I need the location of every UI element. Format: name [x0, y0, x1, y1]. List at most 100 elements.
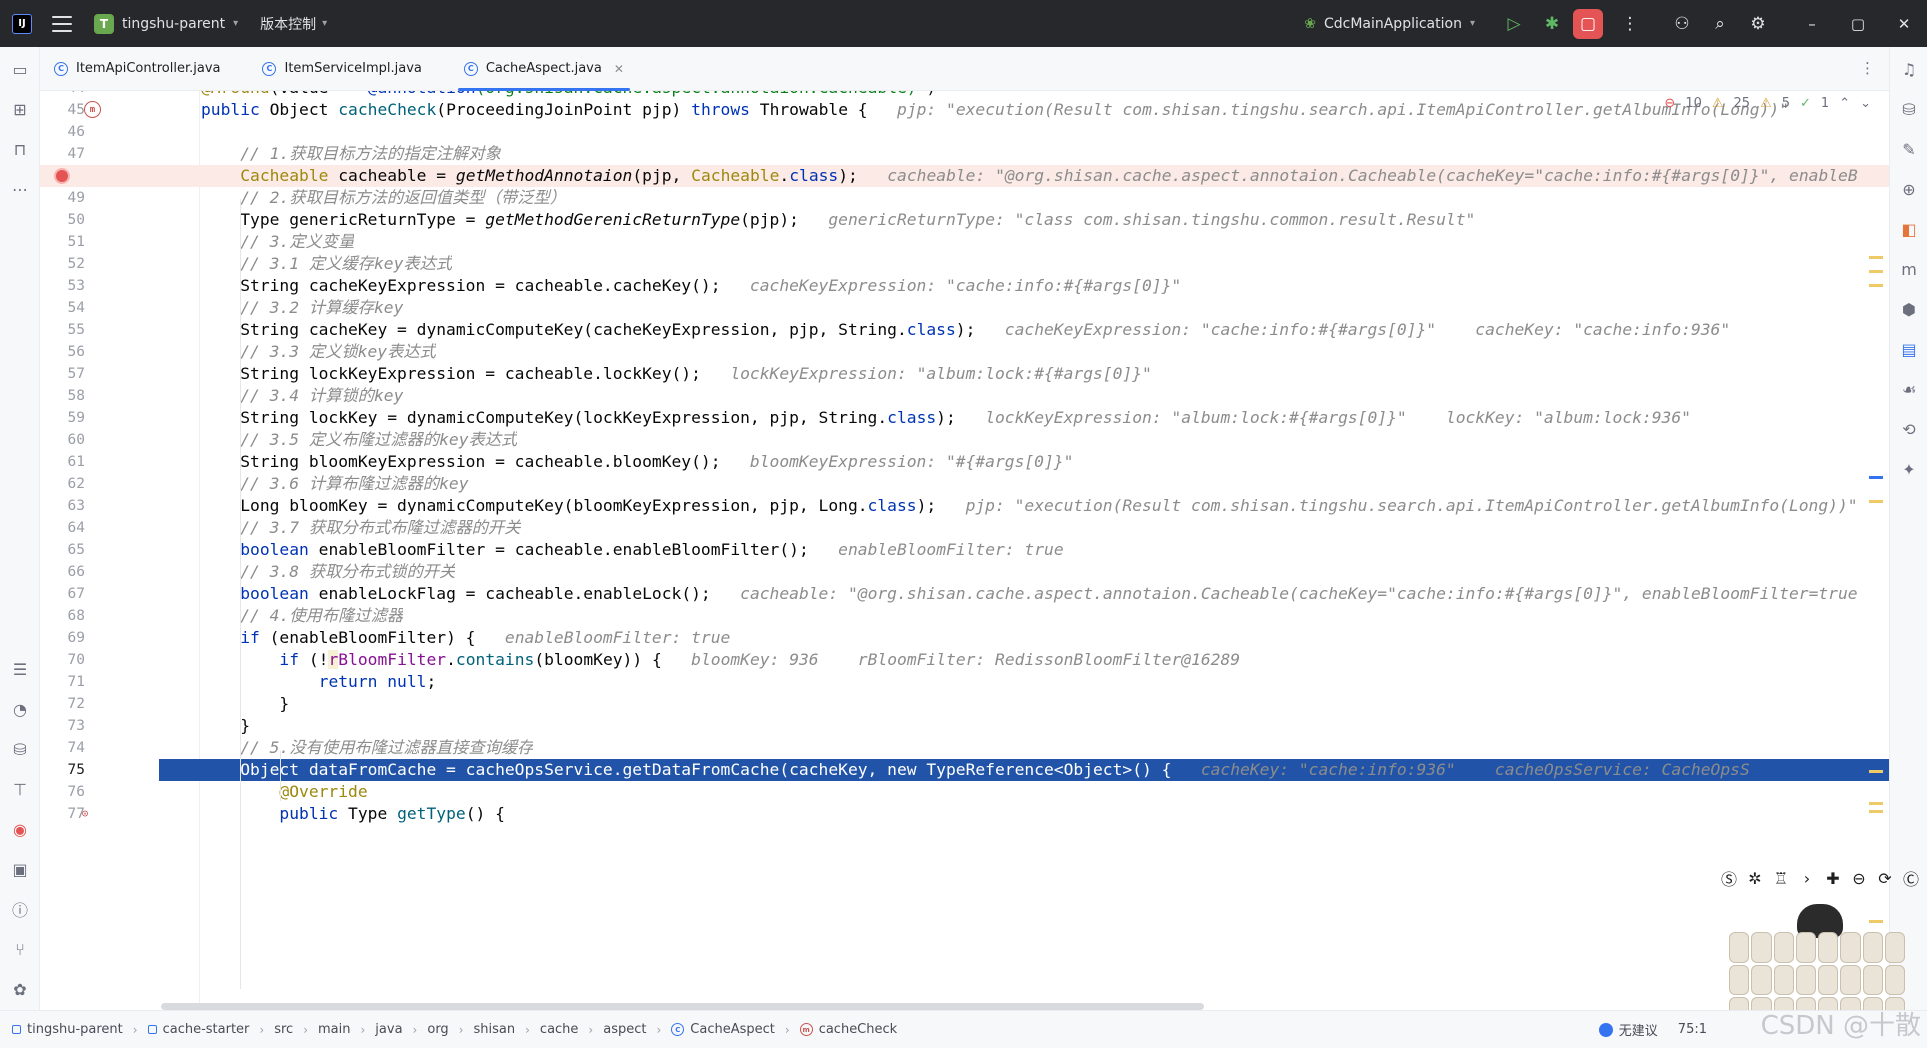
scroll-marker[interactable]	[1869, 802, 1883, 805]
cursor-position[interactable]: 75:1	[1678, 1022, 1707, 1037]
breadcrumb-item[interactable]: cache-starter	[147, 1022, 249, 1037]
line-number[interactable]: 68	[40, 605, 85, 627]
pet-gear-icon[interactable]: ✲	[1745, 868, 1765, 888]
notifications-icon[interactable]: ♫	[1897, 57, 1921, 81]
line-number[interactable]: 66	[40, 561, 85, 583]
build-icon[interactable]: ⊤	[8, 777, 32, 801]
code-line[interactable]: 45 public Object cacheCheck(ProceedingJoi…	[40, 99, 1889, 121]
chevron-up-icon[interactable]: ⌃	[1839, 96, 1850, 111]
main-menu-button[interactable]	[52, 15, 72, 32]
line-number[interactable]: 49	[40, 187, 85, 209]
line-number[interactable]: 61	[40, 451, 85, 473]
ai-assistant-icon[interactable]: ✦	[1897, 457, 1921, 481]
search-icon[interactable]: ⌕	[1703, 7, 1737, 41]
line-number[interactable]: 69	[40, 627, 85, 649]
code-line[interactable]: 76 @Override	[40, 781, 1889, 803]
code-line[interactable]: 74 // 5.没有使用布隆过滤器直接查询缓存	[40, 737, 1889, 759]
scroll-marker[interactable]	[1869, 810, 1883, 813]
breadcrumb-item[interactable]: src	[274, 1022, 293, 1037]
breadcrumb-item[interactable]: cache	[540, 1022, 579, 1037]
hex-icon[interactable]: ⬢	[1897, 297, 1921, 321]
breadcrumb-item[interactable]: shisan	[474, 1022, 516, 1037]
code-line[interactable]: 68 // 4.使用布隆过滤器	[40, 605, 1889, 627]
more-tabs-icon[interactable]: ⋮	[1860, 59, 1875, 77]
close-icon[interactable]: ✕	[614, 62, 624, 76]
line-number[interactable]: 63	[40, 495, 85, 517]
line-number[interactable]: 57	[40, 363, 85, 385]
breadcrumb-item[interactable]: main	[318, 1022, 350, 1037]
line-number[interactable]: 47	[40, 143, 85, 165]
breadcrumb-item[interactable]: org	[427, 1022, 448, 1037]
code-line[interactable]: 51 // 3.定义变量	[40, 231, 1889, 253]
m-tool-icon[interactable]: m	[1897, 257, 1921, 281]
breadcrumb-item[interactable]: C CacheAspect	[671, 1022, 775, 1037]
code-line[interactable]: 53 String cacheKeyExpression = cacheable…	[40, 275, 1889, 297]
pet-s-icon[interactable]: Ⓢ	[1719, 868, 1739, 889]
breadcrumb-item[interactable]: m cacheCheck	[799, 1022, 897, 1037]
scroll-marker[interactable]	[1869, 256, 1883, 259]
line-number[interactable]: 76	[40, 781, 85, 803]
history-icon[interactable]: ⟲	[1897, 417, 1921, 441]
close-icon[interactable]: ✕	[1881, 0, 1927, 47]
more-actions-icon[interactable]: ⋮	[1613, 7, 1647, 41]
tab-item-service-impl[interactable]: C ItemServiceImpl.java	[248, 47, 435, 91]
stop-icon[interactable]: ▢	[1573, 8, 1603, 39]
ide-logo[interactable]: IJ	[12, 13, 32, 34]
doc-icon[interactable]: ▤	[1897, 337, 1921, 361]
line-number[interactable]: 75	[40, 759, 85, 781]
code-line[interactable]: 44 @Around(value = "@annotation(org.shisa…	[40, 91, 1889, 99]
breadcrumb-item[interactable]: tingshu-parent	[12, 1022, 123, 1037]
run-icon[interactable]: ▷	[1497, 7, 1531, 41]
scroll-marker[interactable]	[1869, 270, 1883, 273]
line-number[interactable]: 74	[40, 737, 85, 759]
line-number[interactable]: 46	[40, 121, 85, 143]
maximize-icon[interactable]: ▢	[1835, 0, 1881, 47]
database-icon[interactable]: ⛁	[1897, 97, 1921, 121]
method-breakpoint-icon[interactable]: m	[84, 101, 101, 118]
line-number[interactable]: 58	[40, 385, 85, 407]
line-number[interactable]: 72	[40, 693, 85, 715]
code-line[interactable]: 59 String lockKey = dynamicComputeKey(lo…	[40, 407, 1889, 429]
code-line[interactable]: 55 String cacheKey = dynamicComputeKey(c…	[40, 319, 1889, 341]
tab-cache-aspect[interactable]: C CacheAspect.java ✕	[450, 47, 638, 91]
line-number[interactable]: 67	[40, 583, 85, 605]
pet-c-icon[interactable]: Ⓒ	[1901, 868, 1921, 889]
terminal-icon[interactable]: ▣	[8, 857, 32, 881]
code-line[interactable]: 46	[40, 121, 1889, 143]
breadcrumb-item[interactable]: aspect	[603, 1022, 646, 1037]
code-line[interactable]: 61 String bloomKeyExpression = cacheable…	[40, 451, 1889, 473]
code-editor[interactable]: 44 @Around(value = "@annotation(org.shisa…	[40, 91, 1889, 1010]
pet-shirt-icon[interactable]: ♖	[1771, 868, 1791, 888]
code-line[interactable]: 67 boolean enableLockFlag = cacheable.en…	[40, 583, 1889, 605]
profiler-icon[interactable]: ◉	[8, 817, 32, 841]
line-number[interactable]: 54	[40, 297, 85, 319]
scroll-marker[interactable]	[1869, 770, 1883, 773]
line-number[interactable]: 45	[40, 99, 85, 121]
code-line[interactable]: 57 String lockKeyExpression = cacheable.…	[40, 363, 1889, 385]
line-number[interactable]: 60	[40, 429, 85, 451]
debug-tool-icon[interactable]: ✿	[8, 977, 32, 1001]
code-line[interactable]: 69 if (enableBloomFilter) { enableBloomF…	[40, 627, 1889, 649]
problems-icon[interactable]: ⓘ	[8, 897, 32, 921]
code-line[interactable]: 49 // 2.获取目标方法的返回值类型（带泛型）	[40, 187, 1889, 209]
code-line[interactable]: 73 }	[40, 715, 1889, 737]
scroll-marker[interactable]	[1869, 920, 1883, 923]
code-line[interactable]: 56 // 3.3 定义锁key表达式	[40, 341, 1889, 363]
line-number[interactable]: 56	[40, 341, 85, 363]
pet-minus-icon[interactable]: ⊖	[1849, 868, 1869, 888]
advice-label[interactable]: 无建议	[1619, 1020, 1658, 1039]
bug-icon[interactable]: ✱	[1535, 7, 1569, 41]
line-number[interactable]: 70	[40, 649, 85, 671]
problems-widget[interactable]: ⊖ 10 ⚠ 25 ⚠ 5 ✓ 1 ⌃ ⌄	[1664, 96, 1871, 111]
code-line[interactable]: 50 Type genericReturnType = getMethodGer…	[40, 209, 1889, 231]
gear-icon[interactable]: ⚙	[1741, 7, 1775, 41]
line-number[interactable]: 53	[40, 275, 85, 297]
code-line[interactable]: 75 Object dataFromCache = cacheOpsServic…	[40, 759, 1889, 781]
folder-icon[interactable]: ▭	[8, 57, 32, 81]
code-line[interactable]: 54 // 3.2 计算缓存key	[40, 297, 1889, 319]
project-switcher[interactable]: T tingshu-parent ▾	[94, 13, 238, 34]
pet-plus-icon[interactable]: ✚	[1823, 868, 1843, 888]
line-number[interactable]: 44	[40, 91, 85, 99]
code-line[interactable]: Cacheable cacheable = getMethodAnnotaion…	[40, 165, 1889, 187]
line-number[interactable]: 50	[40, 209, 85, 231]
